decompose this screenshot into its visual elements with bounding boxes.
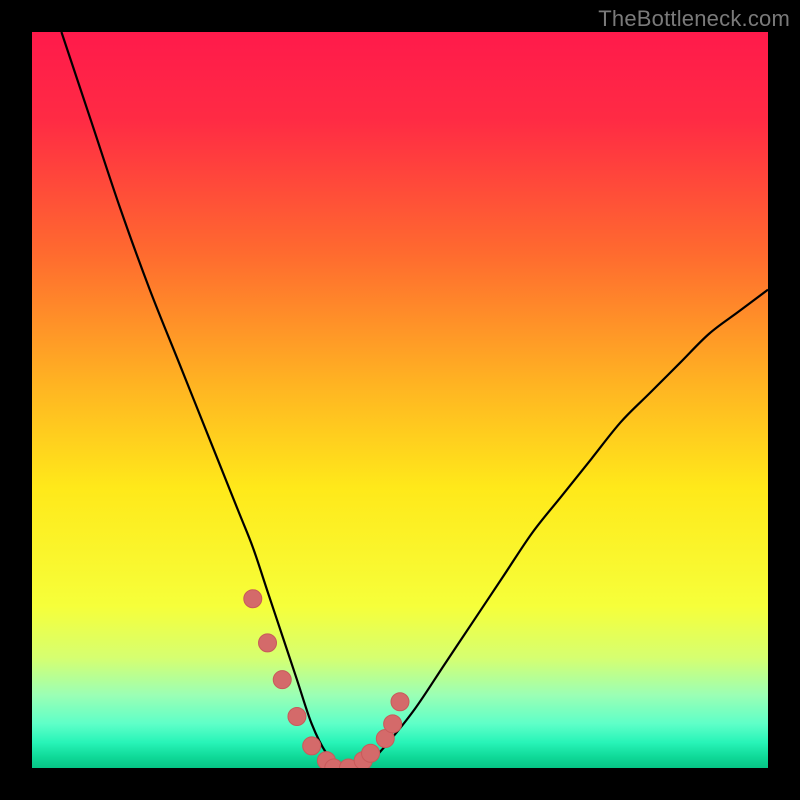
- bottleneck-chart: [32, 32, 768, 768]
- highlight-dot: [288, 707, 306, 725]
- chart-frame: [32, 32, 768, 768]
- highlight-dot: [384, 715, 402, 733]
- highlight-dot: [259, 634, 277, 652]
- highlight-dot: [273, 671, 291, 689]
- watermark-text: TheBottleneck.com: [598, 6, 790, 32]
- highlight-dot: [303, 737, 321, 755]
- highlight-dot: [244, 590, 262, 608]
- highlight-dot: [391, 693, 409, 711]
- highlight-dot: [362, 744, 380, 762]
- gradient-background: [32, 32, 768, 768]
